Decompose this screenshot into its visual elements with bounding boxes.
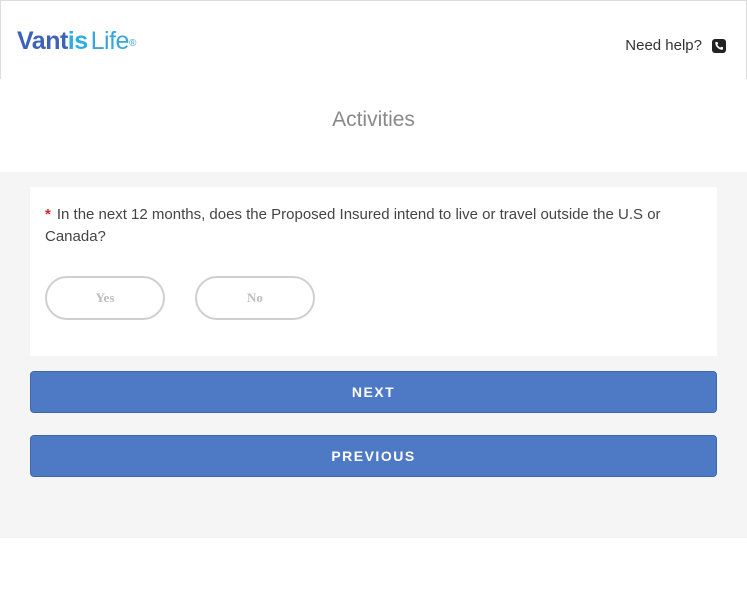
page: Vantis Life® Need help? Activities * In th…: [0, 0, 747, 593]
need-help-link[interactable]: Need help?: [625, 37, 726, 54]
phone-icon-glyph: [715, 41, 723, 50]
question-text: In the next 12 months, does the Proposed…: [45, 206, 661, 245]
question-card: * In the next 12 months, does the Propose…: [30, 187, 717, 356]
logo-text-is: is: [67, 27, 88, 55]
next-button[interactable]: NEXT: [30, 371, 717, 413]
need-help-label: Need help?: [625, 37, 702, 54]
header: Vantis Life® Need help?: [0, 0, 747, 79]
page-title: Activities: [332, 108, 415, 131]
vantis-life-logo[interactable]: Vantis Life®: [17, 28, 136, 55]
required-asterisk: *: [45, 206, 51, 223]
yes-button[interactable]: Yes: [45, 276, 165, 320]
question-text-block: * In the next 12 months, does the Propose…: [45, 204, 705, 248]
logo-text-life: Life: [90, 27, 130, 55]
logo-registered-mark: ®: [128, 38, 136, 49]
phone-icon[interactable]: [712, 38, 726, 53]
logo-text-vant: Vant: [17, 27, 68, 55]
title-band: Activities: [0, 79, 747, 172]
no-button[interactable]: No: [195, 276, 315, 320]
content-area: * In the next 12 months, does the Propose…: [0, 172, 747, 538]
previous-button[interactable]: PREVIOUS: [30, 435, 717, 477]
